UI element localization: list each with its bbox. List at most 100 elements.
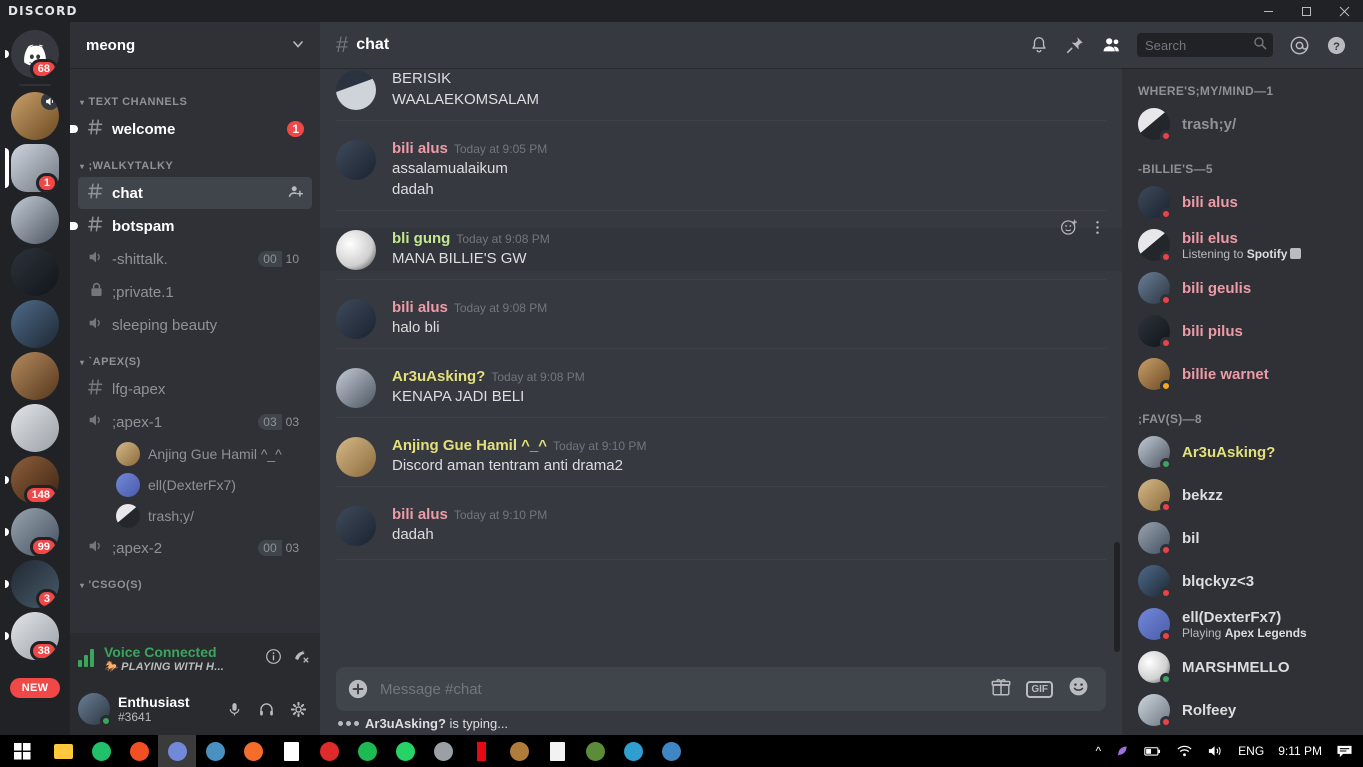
bell-icon[interactable] — [1029, 35, 1049, 55]
avatar[interactable] — [336, 368, 376, 408]
taskbar-app-spotify[interactable] — [348, 735, 386, 767]
member-list-item[interactable]: trash;y/ — [1130, 103, 1355, 145]
server-icon-server-portrait[interactable]: 1 — [5, 142, 65, 194]
taskbar-app-chrome[interactable] — [120, 735, 158, 767]
more-options-icon[interactable] — [1089, 219, 1106, 241]
gift-icon[interactable] — [990, 676, 1012, 703]
message-scrollbar[interactable] — [1114, 542, 1120, 652]
language-indicator[interactable]: ENG — [1232, 744, 1270, 758]
voice-channel-member[interactable]: trash;y/ — [78, 501, 312, 531]
server-icon-server-cat[interactable] — [5, 90, 65, 142]
member-list-item[interactable]: bili pilus — [1130, 310, 1355, 352]
taskbar-app-whatsapp[interactable] — [386, 735, 424, 767]
add-attachment-icon[interactable] — [336, 678, 380, 700]
server-icon-server-dark[interactable]: 3 — [5, 558, 65, 610]
message-author[interactable]: Anjing Gue Hamil ^_^ — [392, 437, 547, 454]
close-button[interactable] — [1325, 0, 1363, 22]
member-list-item[interactable]: bili alus — [1130, 181, 1355, 223]
search-input[interactable] — [1145, 37, 1253, 53]
taskbar-app-steam[interactable] — [652, 735, 690, 767]
headphones-icon[interactable] — [252, 695, 280, 723]
server-icon-discord-home[interactable]: 68 — [5, 28, 65, 80]
taskbar-app-autodesk[interactable] — [500, 735, 538, 767]
emoji-icon[interactable] — [1067, 675, 1090, 703]
avatar[interactable] — [336, 299, 376, 339]
server-icon-server-jgrp[interactable]: 38 — [5, 610, 65, 662]
member-list-item[interactable]: Rolfeey — [1130, 689, 1355, 731]
channel-category[interactable]: ▾ `APEX(S) — [70, 342, 320, 372]
server-icon-server-shield[interactable]: 99 — [5, 506, 65, 558]
member-list-item[interactable]: ell(DexterFx7) Playing Apex Legends — [1130, 603, 1355, 645]
member-list-item[interactable]: bekzz — [1130, 474, 1355, 516]
channel-category[interactable]: ▾ 'CSGO(S) — [70, 565, 320, 595]
maximize-button[interactable] — [1287, 0, 1325, 22]
message-author[interactable]: bili alus — [392, 299, 448, 316]
gif-button[interactable]: GIF — [1026, 680, 1053, 698]
server-icon-server-garuda[interactable] — [5, 350, 65, 402]
taskbar-app-discord[interactable] — [158, 735, 196, 767]
channel-item-welcome[interactable]: welcome 1 — [70, 113, 312, 145]
message-input[interactable] — [380, 680, 991, 698]
taskbar-app-netflix[interactable] — [462, 735, 500, 767]
server-icon-server-snow[interactable] — [5, 194, 65, 246]
new-server-pill[interactable]: NEW — [5, 662, 65, 714]
microphone-icon[interactable] — [220, 695, 248, 723]
notification-icon[interactable] — [1330, 744, 1359, 759]
volume-icon[interactable] — [1201, 744, 1230, 758]
avatar[interactable] — [78, 693, 112, 727]
channel-item-sleeping beauty[interactable]: sleeping beauty — [78, 309, 312, 341]
message-author[interactable]: Ar3uAsking? — [392, 368, 485, 385]
taskbar-app-red-app[interactable] — [310, 735, 348, 767]
server-icon-server-aot[interactable] — [5, 298, 65, 350]
feather-icon[interactable] — [1109, 744, 1136, 759]
taskbar-app-minecraft[interactable] — [576, 735, 614, 767]
channel-item-chat[interactable]: chat — [78, 177, 312, 209]
member-list-item[interactable]: MARSHMELLO — [1130, 646, 1355, 688]
taskbar-app-file-explorer[interactable] — [44, 735, 82, 767]
member-list-item[interactable]: bili geulis — [1130, 267, 1355, 309]
server-icon-server-jd[interactable]: 148 — [5, 454, 65, 506]
battery-icon[interactable] — [1138, 744, 1168, 758]
message-author[interactable]: bili alus — [392, 506, 448, 523]
channel-item-;private.1[interactable]: ;private.1 — [78, 276, 312, 308]
disconnect-call-icon[interactable] — [290, 647, 312, 669]
avatar[interactable] — [336, 230, 376, 270]
members-icon[interactable] — [1101, 35, 1121, 55]
channel-category[interactable]: ▾ TEXT CHANNELS — [70, 82, 320, 112]
voice-channel-member[interactable]: ell(DexterFx7) — [78, 470, 312, 500]
windows-start-icon[interactable] — [0, 735, 44, 767]
avatar[interactable] — [336, 437, 376, 477]
channel-item-botspam[interactable]: botspam — [70, 210, 312, 242]
channel-item-;apex-2[interactable]: ;apex-2 00 03 — [78, 532, 312, 564]
taskbar-app-location-app[interactable] — [82, 735, 120, 767]
avatar[interactable] — [336, 140, 376, 180]
voice-channel-member[interactable]: Anjing Gue Hamil ^_^ — [78, 439, 312, 469]
taskbar-app-notepad[interactable] — [538, 735, 576, 767]
avatar[interactable] — [336, 70, 376, 110]
taskbar-app-origin[interactable] — [234, 735, 272, 767]
tray-chevron-icon[interactable]: ^ — [1090, 744, 1108, 758]
taskbar-app-steam-blue[interactable] — [196, 735, 234, 767]
server-icon-server-face[interactable] — [5, 246, 65, 298]
gear-icon[interactable] — [284, 695, 312, 723]
message-author[interactable]: bili alus — [392, 140, 448, 157]
taskbar-app-grey-app[interactable] — [424, 735, 462, 767]
add-member-icon[interactable] — [288, 184, 304, 203]
server-header[interactable]: meong — [70, 22, 320, 68]
search-box[interactable] — [1137, 33, 1273, 57]
message-input-box[interactable]: GIF — [336, 667, 1106, 711]
add-reaction-icon[interactable] — [1060, 218, 1079, 242]
taskbar-app-blue-circle-app[interactable] — [614, 735, 652, 767]
channel-item-lfg-apex[interactable]: lfg-apex — [78, 373, 312, 405]
help-icon[interactable]: ? — [1326, 35, 1347, 56]
server-icon-server-b[interactable] — [5, 402, 65, 454]
wifi-icon[interactable] — [1170, 744, 1199, 758]
member-list-item[interactable]: blqckyz<3 — [1130, 560, 1355, 602]
member-list-item[interactable]: Ar3uAsking? — [1130, 431, 1355, 473]
info-icon[interactable] — [262, 648, 284, 669]
member-list-item[interactable]: bil — [1130, 517, 1355, 559]
mention-icon[interactable] — [1289, 35, 1310, 56]
taskbar-clock[interactable]: 9:11 PM — [1272, 744, 1328, 758]
minimize-button[interactable] — [1249, 0, 1287, 22]
member-list-item[interactable]: bili elus Listening to Spotify — [1130, 224, 1355, 266]
